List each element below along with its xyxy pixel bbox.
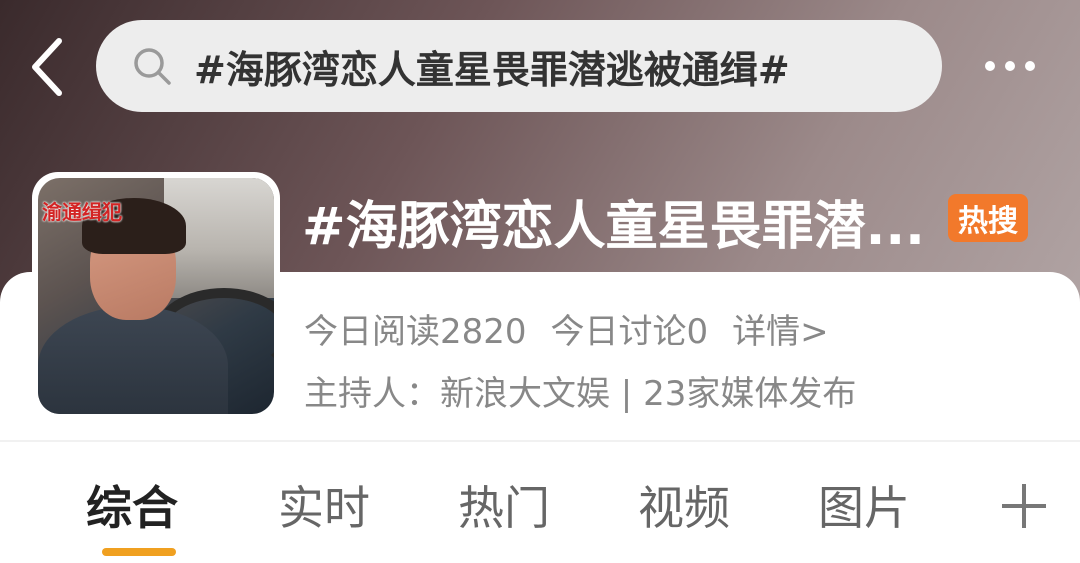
- avatar-image: 渝通缉犯: [38, 178, 274, 414]
- read-today-count: 今日阅读2820: [304, 312, 527, 352]
- tab-comprehensive[interactable]: 综合: [86, 472, 178, 538]
- host-info: 主持人：新浪大文娱 | 23家媒体发布: [304, 374, 857, 414]
- detail-link[interactable]: 详情>: [732, 304, 829, 353]
- more-dot-icon: [1005, 61, 1015, 71]
- tab-images[interactable]: 图片: [818, 472, 910, 538]
- search-icon: [130, 44, 174, 88]
- back-button[interactable]: [22, 32, 72, 102]
- topic-page: #海豚湾恋人童星畏罪潜逃被通缉# #海豚湾恋人童星畏罪潜... 热搜 渝通缉犯 …: [0, 0, 1080, 563]
- tab-video[interactable]: 视频: [638, 472, 730, 538]
- hot-search-badge: 热搜: [948, 194, 1028, 242]
- tab-realtime[interactable]: 实时: [278, 472, 370, 538]
- topic-avatar[interactable]: 渝通缉犯: [32, 172, 280, 420]
- more-dot-icon: [985, 61, 995, 71]
- add-tab-icon[interactable]: [1002, 484, 1046, 528]
- more-options-button[interactable]: [970, 44, 1050, 88]
- more-dot-icon: [1025, 61, 1035, 71]
- tab-bar: 综合 实时 热门 视频 图片: [0, 462, 1080, 562]
- avatar-watermark: 渝通缉犯: [42, 200, 122, 224]
- search-query: #海豚湾恋人童星畏罪潜逃被通缉#: [194, 47, 790, 92]
- active-tab-indicator: [102, 548, 176, 556]
- tab-hot[interactable]: 热门: [458, 472, 550, 538]
- chevron-left-icon: [32, 38, 62, 96]
- divider: [0, 440, 1080, 442]
- search-bar[interactable]: #海豚湾恋人童星畏罪潜逃被通缉#: [96, 20, 942, 112]
- topic-stats: 今日阅读2820 今日讨论0 详情>: [304, 304, 829, 353]
- discuss-today-count: 今日讨论0: [550, 312, 709, 352]
- topic-title: #海豚湾恋人童星畏罪潜...: [302, 197, 925, 257]
